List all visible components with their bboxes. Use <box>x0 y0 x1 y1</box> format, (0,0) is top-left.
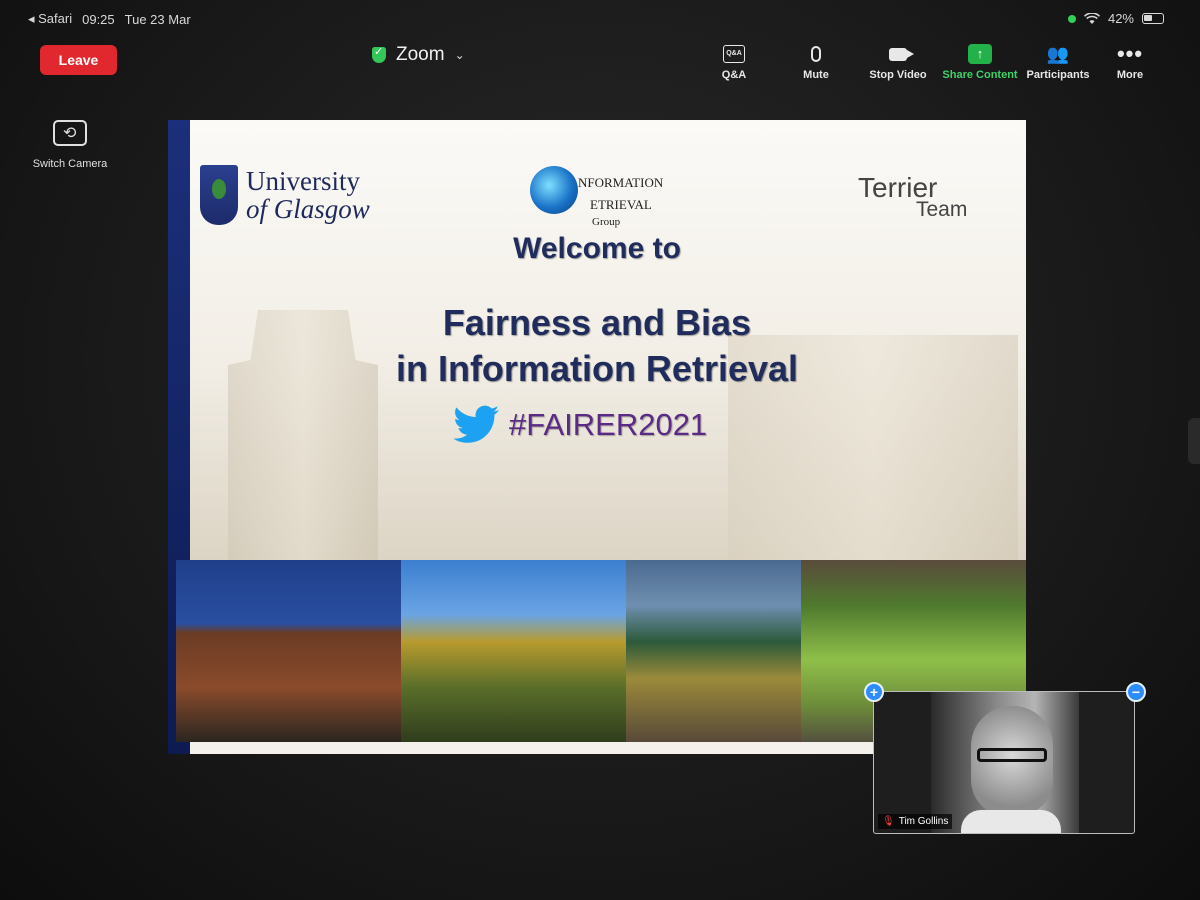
share-content-button[interactable]: ↑ Share Content <box>940 42 1020 81</box>
more-label: More <box>1116 69 1144 81</box>
slide-title: Fairness and Bias in Information Retriev… <box>168 300 1026 392</box>
switch-camera-label: Switch Camera <box>32 158 108 170</box>
uog-logo-line2: of Glasgow <box>246 194 370 224</box>
battery-icon <box>1142 13 1164 24</box>
participant-name: Tim Gollins <box>898 816 949 827</box>
more-dots-icon: ••• <box>1116 41 1144 66</box>
meeting-toolbar: Q&A Q&A Mute Stop Video ↑ Share Content … <box>700 42 1170 88</box>
camera-in-use-indicator <box>1067 14 1076 23</box>
hashtag-row: #FAIRER2021 <box>453 405 707 445</box>
university-of-glasgow-logo: University of Glasgow <box>200 165 370 225</box>
minimize-video-button[interactable]: − <box>1126 682 1146 702</box>
more-button[interactable]: ••• More <box>1090 41 1170 82</box>
self-video-tile[interactable]: 🎙 Tim Gollins <box>873 691 1135 834</box>
slide-title-line2: in Information Retrieval <box>395 348 799 389</box>
meeting-title: Zoom <box>396 44 445 65</box>
back-to-safari[interactable]: ◂ Safari <box>28 11 72 27</box>
participants-icon: 👥 <box>1046 43 1070 64</box>
mute-button[interactable]: Mute <box>776 42 856 81</box>
video-feed <box>931 692 1079 833</box>
status-date: Tue 23 Mar <box>124 11 191 27</box>
switch-camera-button[interactable]: Switch Camera <box>30 120 110 170</box>
stop-video-button[interactable]: Stop Video <box>858 42 938 81</box>
stop-video-label: Stop Video <box>869 69 927 81</box>
share-content-label: Share Content <box>942 69 1018 81</box>
team-label: Team <box>916 198 968 221</box>
status-time: 09:25 <box>82 11 115 27</box>
video-camera-icon <box>889 47 914 61</box>
participants-label: Participants <box>1026 69 1090 81</box>
university-crest-icon <box>200 165 238 225</box>
participant-glasses <box>977 748 1047 762</box>
switch-camera-icon <box>53 120 87 146</box>
participant-shirt <box>961 810 1061 833</box>
mute-label: Mute <box>803 69 829 81</box>
irg-group-label: Group <box>592 216 621 228</box>
share-content-icon: ↑ <box>968 44 992 64</box>
twitter-bird-icon <box>453 405 499 443</box>
irg-line1: NFORMATION <box>578 175 664 190</box>
qa-button[interactable]: Q&A Q&A <box>694 42 774 81</box>
qa-label: Q&A <box>721 69 747 81</box>
irg-line2: ETRIEVAL <box>590 197 652 212</box>
globe-icon <box>530 166 578 214</box>
status-bar: ◂ Safari 09:25 Tue 23 Mar 42% <box>0 0 1200 34</box>
leave-button[interactable]: Leave <box>40 45 117 75</box>
slide-title-line1: Fairness and Bias <box>442 302 752 343</box>
microphone-icon <box>811 46 821 62</box>
terrier-team-logo: Terrier Team <box>858 172 967 222</box>
slide-welcome: Welcome to <box>513 232 681 265</box>
shield-check-icon <box>372 45 386 63</box>
meeting-title-menu[interactable]: Zoom ⌄ <box>372 44 465 66</box>
uog-logo-line1: University <box>246 166 360 196</box>
ipad-screen: ◂ Safari 09:25 Tue 23 Mar 42% Leave Zoom… <box>0 0 1200 900</box>
device-side-edge <box>1188 418 1200 464</box>
wifi-icon <box>1083 12 1100 24</box>
participant-name-tag: 🎙 Tim Gollins <box>878 814 953 829</box>
campus-photo <box>176 560 401 742</box>
event-hashtag: #FAIRER2021 <box>509 407 708 442</box>
chevron-down-icon: ⌄ <box>454 48 465 62</box>
muted-mic-icon: 🎙 <box>882 816 895 827</box>
campus-photo <box>626 560 801 742</box>
expand-video-button[interactable]: + <box>864 682 884 702</box>
participants-button[interactable]: 👥 Participants <box>1018 42 1098 82</box>
shared-slide: University of Glasgow NFORMATION ETRIEVA… <box>168 120 1026 754</box>
campus-photo <box>401 560 626 742</box>
qa-icon: Q&A <box>723 45 745 63</box>
battery-percent: 42% <box>1107 11 1134 26</box>
